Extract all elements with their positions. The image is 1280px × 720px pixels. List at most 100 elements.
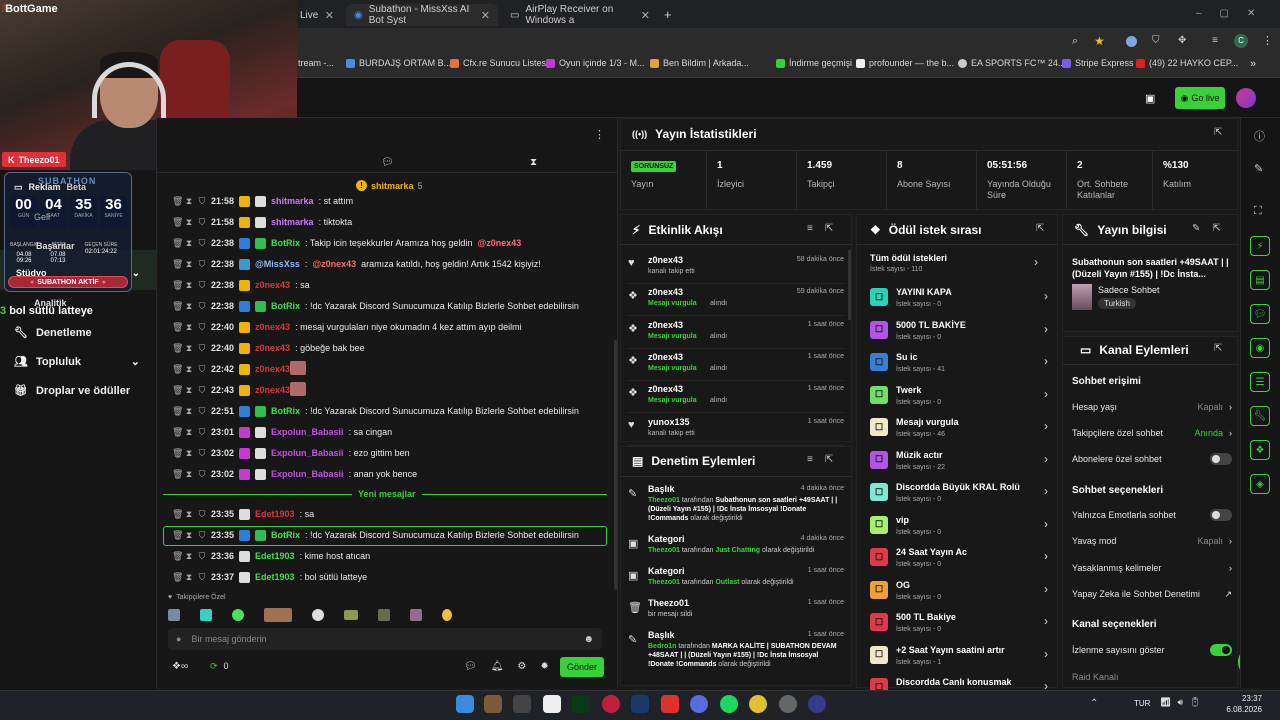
timeout-icon[interactable]: ⧗	[185, 196, 193, 207]
chat-message[interactable]: 🗑 ⧗ ⛉ 22:38 @MissXss: @z0nex43 aramıza katıl…	[172, 254, 541, 274]
puzzle-icon[interactable]: ✥	[1178, 35, 1186, 46]
app-icon[interactable]	[572, 695, 590, 713]
shield-icon[interactable]: ⛉	[1152, 35, 1160, 46]
trash-icon[interactable]: 🗑	[172, 301, 183, 312]
emote-icon[interactable]	[410, 609, 422, 621]
timeout-icon[interactable]: ⧗	[185, 448, 193, 459]
timeout-icon[interactable]: ⧗	[185, 364, 193, 375]
sidebar-item-droplar[interactable]: 🎁︎ Droplar ve ödüller	[14, 384, 130, 398]
bookmark-item[interactable]: BURDAJŞ ORTAM B...	[346, 58, 451, 68]
timeout-icon[interactable]: ⧗	[185, 217, 193, 228]
timeout-icon[interactable]: ⧗	[185, 551, 193, 562]
steam-icon[interactable]	[631, 695, 649, 713]
filter-icon[interactable]: ≡	[807, 454, 813, 465]
trash-icon[interactable]: 🗑	[172, 469, 183, 480]
bookmark-item[interactable]: tream -...	[298, 58, 334, 68]
profile-avatar[interactable]: C	[1234, 34, 1248, 48]
settings-badge-icon[interactable]: ✹	[540, 661, 548, 672]
reward-row[interactable]: ☐ OG İstek sayısı - 0 ›	[864, 577, 1048, 610]
system-tray[interactable]: 📶︎ 🔊︎ 🔋︎	[1160, 697, 1201, 708]
ban-icon[interactable]: ⛉	[198, 448, 206, 459]
chat-bubble-icon[interactable]: 💬︎	[381, 157, 394, 168]
rail-rewards-button[interactable]: ❖	[1250, 440, 1270, 460]
rail-wrench-button[interactable]: 🔧︎	[1250, 406, 1270, 426]
obs-icon[interactable]	[779, 695, 797, 713]
rail-broadcast-button[interactable]: ◉	[1250, 338, 1270, 358]
chat-message[interactable]: 🗑 ⧗ ⛉ 23:01 Expolun_Babasii: sa cingan	[172, 422, 392, 442]
folder-icon[interactable]: »	[1250, 58, 1256, 70]
ban-icon[interactable]: ⛉	[198, 238, 206, 249]
timeout-icon[interactable]: ⧗	[185, 509, 193, 520]
timeout-icon[interactable]: ⧗	[185, 322, 193, 333]
ban-icon[interactable]: ⛉	[198, 469, 206, 480]
timeout-icon[interactable]: ⧗	[185, 406, 193, 417]
emote-icon[interactable]	[378, 609, 390, 621]
ban-icon[interactable]: ⛉	[198, 509, 206, 520]
chat-message[interactable]: 🗑 ⧗ ⛉ 22:51 BotRix: !dc Yazarak Discord Sunu…	[172, 401, 579, 421]
clock[interactable]: 23:37 6.08.2026	[1216, 693, 1262, 715]
ban-icon[interactable]: ⛉	[198, 343, 206, 354]
sub-only-toggle[interactable]	[1210, 453, 1232, 465]
trash-icon[interactable]: 🗑	[172, 238, 183, 249]
sidebar-item-topluluk[interactable]: 👥︎ Topluluk ⌄	[14, 355, 140, 369]
language-indicator[interactable]: TUR	[1134, 699, 1150, 708]
chevron-up-icon[interactable]: ⌃	[1090, 698, 1098, 709]
search-icon[interactable]: ⌕	[1072, 35, 1078, 48]
rail-chat-button[interactable]: 💬︎	[1250, 304, 1270, 324]
bookmark-item[interactable]: İndirme geçmişi	[776, 58, 852, 68]
files-icon[interactable]	[513, 695, 531, 713]
emote-icon[interactable]	[200, 609, 212, 621]
app-icon[interactable]	[808, 695, 826, 713]
ai-moderation-row[interactable]: Yapay Zeka ile Sohbet Denetimi ↗	[1072, 581, 1232, 607]
ban-icon[interactable]: ⛉	[198, 217, 206, 228]
trash-icon[interactable]: 🗑	[172, 448, 183, 459]
activity-row[interactable]: ❖ z0nex43 Mesajı vurgula alındı 1 saat önce	[628, 349, 844, 381]
points-icon[interactable]: ❖∞	[172, 661, 188, 672]
timeout-icon[interactable]: ⧗	[185, 301, 193, 312]
trash-icon[interactable]: 🗑	[172, 551, 183, 562]
trash-icon[interactable]: 🗑	[172, 406, 183, 417]
edit-icon[interactable]: ✎	[1192, 223, 1200, 234]
window-controls[interactable]: –▢✕	[1196, 8, 1273, 19]
chat-message[interactable]: 🗑⧗⛉22:43z0nex43:	[172, 380, 298, 400]
chat-message[interactable]: 🗑 ⧗ ⛉ 22:40 z0nex43: göbeğe bak bee	[172, 338, 365, 358]
ban-icon[interactable]: ⛉	[198, 322, 206, 333]
timeout-icon[interactable]: ⧗	[185, 238, 193, 249]
emote-bar[interactable]	[168, 606, 598, 624]
chat-message[interactable]: 🗑 ⧗ ⛉ 23:02 Expolun_Babasii: ezo gittim ben	[172, 443, 410, 463]
popout-icon[interactable]: ⇱	[1214, 127, 1222, 138]
tab-live[interactable]: Live ✕	[292, 4, 342, 26]
timeout-icon[interactable]: ⧗	[185, 385, 193, 396]
ban-icon[interactable]: ⛉	[198, 427, 206, 438]
trash-icon[interactable]: 🗑	[172, 572, 183, 583]
banned-words-row[interactable]: Yasaklanmış kelimeler ›	[1072, 555, 1232, 581]
pencil-icon[interactable]: ✎	[1254, 162, 1263, 175]
activity-row[interactable]: ❖ z0nex43 Mesajı vurgula alındı 1 saat önce	[628, 381, 844, 414]
emoji-icon[interactable]: ☻	[583, 634, 594, 645]
trash-icon[interactable]: 🗑	[172, 280, 183, 291]
menu-icon[interactable]: ≡	[1212, 35, 1218, 46]
trash-icon[interactable]: 🗑	[172, 364, 183, 375]
close-icon[interactable]: ✕	[641, 9, 650, 22]
ban-icon[interactable]: ⛉	[198, 196, 206, 207]
ban-icon[interactable]: ⛉	[198, 572, 206, 583]
trash-icon[interactable]: 🗑	[172, 259, 183, 270]
timeout-icon[interactable]: ⧗	[185, 259, 193, 270]
channel-points[interactable]: ⟳ 0	[210, 661, 229, 672]
timeout-icon[interactable]: ⧗	[185, 343, 193, 354]
close-icon[interactable]: ✕	[481, 9, 490, 22]
reward-row[interactable]: ☐ Mesajı vurgula İstek sayısı - 46 ›	[864, 414, 1048, 447]
ban-icon[interactable]: ⛉	[198, 259, 206, 270]
show-views-toggle[interactable]	[1210, 644, 1232, 656]
chat-message[interactable]: 🗑 ⧗ ⛉ 22:38 BotRix: Takip icin teşekkurler A…	[172, 233, 521, 253]
rail-list-button[interactable]: ☰	[1250, 372, 1270, 392]
ban-icon[interactable]: ⛉	[198, 406, 206, 417]
pinned-user[interactable]: ! shitmarka 5	[356, 180, 423, 191]
new-tab-icon[interactable]: +	[664, 7, 672, 22]
ban-icon[interactable]: ⛉	[198, 385, 206, 396]
popout-icon[interactable]: ⇱	[1212, 223, 1220, 234]
chat-input[interactable]: ● Bir mesaj gönderin ☻	[168, 628, 602, 650]
trash-icon[interactable]: 🗑	[172, 509, 183, 520]
chat-users-icon[interactable]: 💬︎	[464, 661, 477, 672]
ban-icon[interactable]: ⛉	[198, 280, 206, 291]
